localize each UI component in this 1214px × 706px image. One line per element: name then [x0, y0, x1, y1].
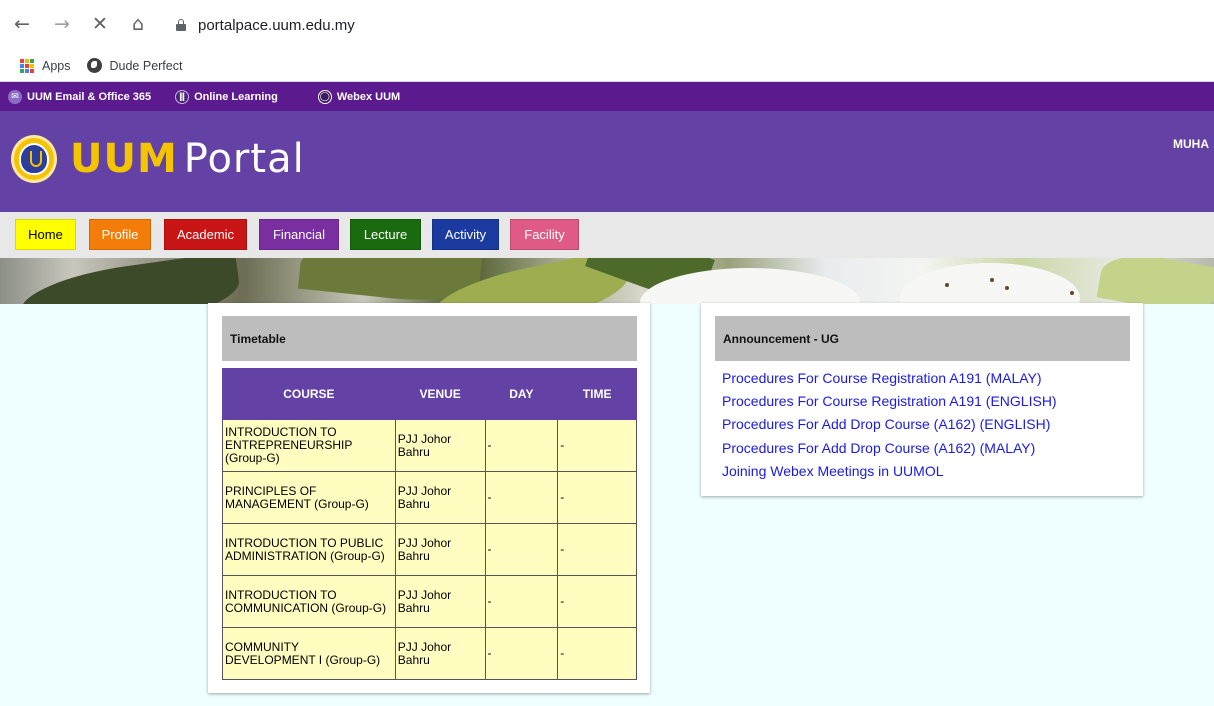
menu-home[interactable]: Home [15, 219, 76, 250]
learning-icon: ǁ [175, 89, 190, 104]
column-header: DAY [484, 368, 559, 420]
menu-activity[interactable]: Activity [432, 219, 499, 250]
time-cell: - [557, 575, 637, 628]
table-row: INTRODUCTION TO PUBLIC ADMINISTRATION (G… [222, 523, 637, 576]
menu-facility[interactable]: Facility [510, 219, 579, 250]
bookmark-label: Dude Perfect [109, 58, 183, 73]
link-uum-email[interactable]: ✉ UUM Email & Office 365 [8, 89, 152, 104]
table-row: PRINCIPLES OF MANAGEMENT (Group-G) PJJ J… [222, 471, 637, 524]
webex-icon: ◯ [317, 89, 332, 104]
bookmark-apps[interactable]: Apps [20, 58, 71, 73]
user-name[interactable]: MUHA [1173, 137, 1209, 151]
day-cell: - [484, 523, 559, 576]
banner-image [0, 258, 1214, 304]
menu-academic[interactable]: Academic [164, 219, 247, 250]
table-row: INTRODUCTION TO ENTREPRENEURSHIP (Group-… [222, 419, 637, 472]
url-text: portalpace.uum.edu.my [198, 16, 355, 34]
column-header: TIME [557, 368, 637, 420]
forward-arrow-icon[interactable]: → [50, 12, 74, 36]
link-webex[interactable]: ◯ Webex UUM [317, 89, 401, 104]
table-row: COMMUNITY DEVELOPMENT I (Group-G) PJJ Jo… [222, 627, 637, 680]
day-cell: - [484, 471, 559, 524]
globe-icon [86, 58, 102, 73]
time-cell: - [557, 419, 637, 472]
table-row: INTRODUCTION TO COMMUNICATION (Group-G) … [222, 575, 637, 628]
venue-cell: PJJ Johor Bahru [394, 471, 486, 524]
browser-toolbar: ← → ✕ ⌂ portalpace.uum.edu.my [0, 0, 1214, 50]
venue-cell: PJJ Johor Bahru [394, 627, 486, 680]
column-header: VENUE [394, 368, 486, 420]
bookmarks-bar: Apps Dude Perfect [0, 50, 1214, 82]
menu-financial[interactable]: Financial [259, 219, 339, 250]
venue-cell: PJJ Johor Bahru [394, 419, 486, 472]
address-bar[interactable]: portalpace.uum.edu.my [176, 14, 355, 36]
lock-icon [176, 19, 186, 31]
bookmark-label: Apps [42, 58, 71, 73]
day-cell: - [484, 575, 559, 628]
uum-logo-icon[interactable] [11, 135, 57, 183]
menu-lecture[interactable]: Lecture [350, 219, 421, 250]
announcement-title: Announcement - UG [715, 316, 1130, 361]
time-cell: - [557, 471, 637, 524]
link-label: UUM Email & Office 365 [27, 90, 152, 103]
back-arrow-icon[interactable]: ← [10, 12, 34, 36]
time-cell: - [557, 627, 637, 680]
announcement-link[interactable]: Procedures For Course Registration A191 … [722, 370, 1042, 386]
quick-links-bar: ✉ UUM Email & Office 365 ǁ Online Learni… [0, 82, 1214, 111]
time-cell: - [557, 523, 637, 576]
link-label: Online Learning [194, 90, 278, 103]
timetable-title: Timetable [222, 316, 637, 361]
day-cell: - [484, 419, 559, 472]
apps-grid-icon [20, 58, 34, 73]
portal-logo[interactable]: UUM Portal [70, 136, 305, 182]
link-online-learning[interactable]: ǁ Online Learning [175, 89, 278, 104]
announcement-link[interactable]: Joining Webex Meetings in UUMOL [722, 463, 944, 479]
timetable-table: COURSE VENUE DAY TIME INTRODUCTION TO EN… [222, 368, 637, 680]
course-cell: COMMUNITY DEVELOPMENT I (Group-G) [222, 627, 396, 680]
day-cell: - [484, 627, 559, 680]
announcement-link[interactable]: Procedures For Add Drop Course (A162) (E… [722, 416, 1050, 432]
announcement-link[interactable]: Procedures For Add Drop Course (A162) (M… [722, 440, 1035, 456]
course-cell: INTRODUCTION TO COMMUNICATION (Group-G) [222, 575, 396, 628]
course-cell: INTRODUCTION TO PUBLIC ADMINISTRATION (G… [222, 523, 396, 576]
course-cell: INTRODUCTION TO ENTREPRENEURSHIP (Group-… [222, 419, 396, 472]
logo-bold-text: UUM [70, 136, 178, 182]
email-icon: ✉ [8, 89, 22, 104]
stop-icon[interactable]: ✕ [88, 12, 112, 36]
venue-cell: PJJ Johor Bahru [394, 523, 486, 576]
menu-profile[interactable]: Profile [89, 219, 151, 250]
logo-light-text: Portal [183, 136, 305, 182]
table-header-row: COURSE VENUE DAY TIME [222, 368, 637, 420]
column-header: COURSE [222, 368, 396, 420]
link-label: Webex UUM [336, 90, 401, 103]
course-cell: PRINCIPLES OF MANAGEMENT (Group-G) [222, 471, 396, 524]
bookmark-dude-perfect[interactable]: Dude Perfect [86, 58, 183, 73]
announcement-link[interactable]: Procedures For Course Registration A191 … [722, 393, 1057, 409]
home-icon[interactable]: ⌂ [126, 12, 150, 36]
venue-cell: PJJ Johor Bahru [394, 575, 486, 628]
